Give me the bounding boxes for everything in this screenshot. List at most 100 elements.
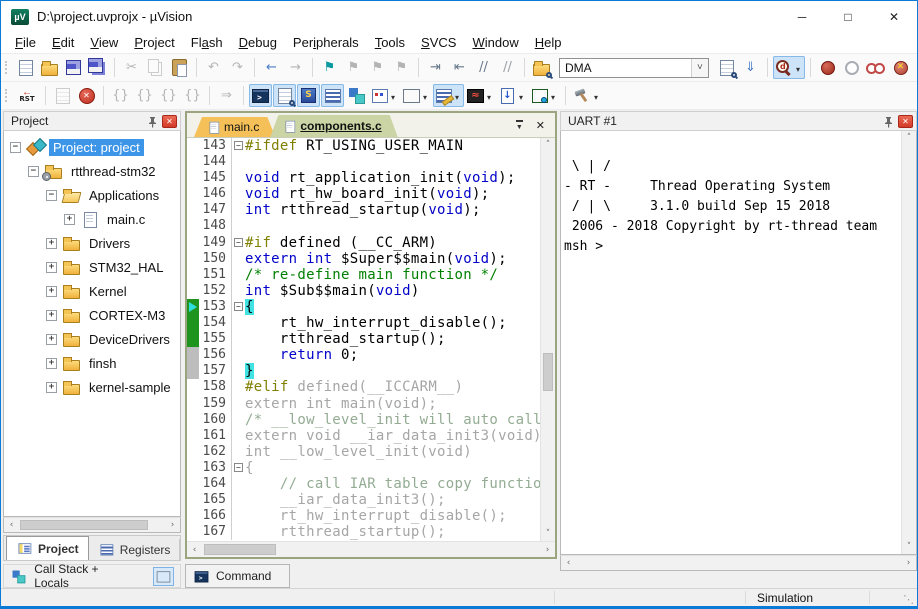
tree-item-main-c[interactable]: +main.c [4,207,180,231]
scroll-left-icon[interactable]: ‹ [6,520,17,530]
uart-vscrollbar[interactable]: ˄ ˅ [901,131,916,554]
trace-window-icon[interactable]: ↓ [497,84,528,107]
coverage-marker[interactable] [187,363,199,379]
navigate-back-icon[interactable]: ← [260,56,283,79]
tree-item-finsh[interactable]: +finsh [4,351,180,375]
editor-close-icon[interactable] [536,116,545,134]
scroll-thumb[interactable] [20,520,148,530]
expand-icon[interactable]: + [46,238,57,249]
breakpoint-margin[interactable] [187,492,199,508]
scroll-right-icon[interactable]: › [542,545,553,555]
scroll-thumb[interactable] [204,544,276,555]
scroll-down-icon[interactable]: ˅ [543,529,554,539]
serial-window-icon[interactable] [433,84,464,107]
code-line-text[interactable]: int __low_level_init(void) [245,444,540,460]
redo-icon[interactable]: ↷ [226,56,249,79]
collapse-icon[interactable]: − [28,166,39,177]
indent-icon[interactable]: ⇥ [424,56,447,79]
new-file-icon[interactable] [14,56,37,79]
expand-icon[interactable]: + [46,334,57,345]
tree-item-rtthread-stm32[interactable]: −rtthread-stm32 [4,159,180,183]
tree-item-kernel-sample[interactable]: +kernel-sample [4,375,180,399]
uart-panel-close-icon[interactable] [898,115,913,128]
expand-icon[interactable]: + [46,262,57,273]
watch-window-icon[interactable] [369,84,400,107]
code-line-text[interactable]: void rt_application_init(void); [245,170,540,186]
reset-cpu-icon[interactable]: RST [14,84,40,107]
save-all-icon[interactable] [86,56,109,79]
uncomment-icon[interactable]: // [496,56,519,79]
menu-file[interactable]: File [7,33,44,52]
menu-flash[interactable]: Flash [183,33,231,52]
toolbox-icon[interactable] [571,84,603,107]
breakpoint-margin[interactable] [187,412,199,428]
tab-registers[interactable]: Registers [89,539,181,560]
incremental-find-icon[interactable]: ⇓ [739,56,762,79]
code-line-text[interactable]: #if defined (__CC_ARM) [245,235,540,251]
code-line-text[interactable]: { [245,299,540,315]
code-line-text[interactable]: rtthread_startup(); [245,524,540,540]
editor-tab-components-c[interactable]: components.c [270,115,397,137]
close-button[interactable]: ✕ [871,1,917,32]
breakpoint-margin[interactable] [187,267,199,283]
breakpoint-margin[interactable] [187,251,199,267]
dropdown-arrow-icon[interactable] [388,87,398,105]
tree-item-cortex-m3[interactable]: +CORTEX-M3 [4,303,180,327]
dropdown-arrow-icon[interactable] [548,87,558,105]
memory-window-button[interactable] [153,567,174,586]
breakpoint-margin[interactable] [187,524,199,540]
analysis-window-icon[interactable]: ≈ [465,84,496,107]
expand-icon[interactable]: + [46,310,57,321]
cut-icon[interactable]: ✂ [120,56,143,79]
memory-window-icon[interactable] [401,84,432,107]
tree-item-project-project[interactable]: −Project: project [4,135,180,159]
breakpoint-margin[interactable] [187,379,199,395]
code-line-text[interactable] [245,218,540,234]
dropdown-arrow-icon[interactable] [420,87,430,105]
code-line-text[interactable]: int rtthread_startup(void); [245,202,540,218]
scroll-left-icon[interactable]: ‹ [189,545,200,555]
disassembly-window-icon[interactable] [273,84,296,107]
insert-breakpoint-icon[interactable] [816,56,839,79]
kill-all-breakpoints-icon[interactable]: ✕ [889,56,912,79]
project-hscrollbar[interactable]: ‹ › [3,517,181,533]
tree-item-applications[interactable]: −Applications [4,183,180,207]
maximize-button[interactable]: □ [825,1,871,32]
find-dialog-icon[interactable] [530,56,553,79]
show-next-statement-icon[interactable]: ⇒ [215,84,238,107]
tree-item-drivers[interactable]: +Drivers [4,231,180,255]
code-line-text[interactable]: { [245,460,540,476]
stop-icon[interactable]: ✕ [75,84,98,107]
menu-svcs[interactable]: SVCS [413,33,464,52]
menu-tools[interactable]: Tools [367,33,413,52]
navigate-forward-icon[interactable]: → [284,56,307,79]
code-line-text[interactable]: __iar_data_init3(); [245,492,540,508]
find-in-files-icon[interactable] [715,56,738,79]
expand-icon[interactable]: + [46,382,57,393]
callstack-locals-tab[interactable]: Call Stack + Locals [3,564,181,588]
breakpoint-margin[interactable] [187,396,199,412]
fold-collapse-icon[interactable]: − [234,463,243,472]
copy-icon[interactable] [144,56,167,79]
code-line-text[interactable]: #elif defined(__ICCARM__) [245,379,540,395]
outdent-icon[interactable]: ⇤ [448,56,471,79]
breakpoint-margin[interactable] [187,138,199,154]
step-over-icon[interactable]: {} [133,84,156,107]
breakpoint-margin[interactable] [187,508,199,524]
menu-window[interactable]: Window [464,33,526,52]
current-statement-marker[interactable] [187,299,199,315]
breakpoint-margin[interactable] [187,235,199,251]
save-icon[interactable] [62,56,85,79]
callstack-window-icon[interactable] [345,84,368,107]
dropdown-arrow-icon[interactable] [793,59,803,77]
collapse-icon[interactable]: − [46,190,57,201]
scroll-down-icon[interactable]: ˅ [904,542,915,552]
menu-debug[interactable]: Debug [231,33,285,52]
breakpoint-margin[interactable] [187,476,199,492]
fold-collapse-icon[interactable]: − [234,141,243,150]
editor-hscrollbar[interactable]: ‹ › [187,541,555,557]
run-icon[interactable] [51,84,74,107]
step-out-icon[interactable]: {} [157,84,180,107]
fold-collapse-icon[interactable]: − [234,238,243,247]
code-line-text[interactable]: return 0; [245,347,540,363]
